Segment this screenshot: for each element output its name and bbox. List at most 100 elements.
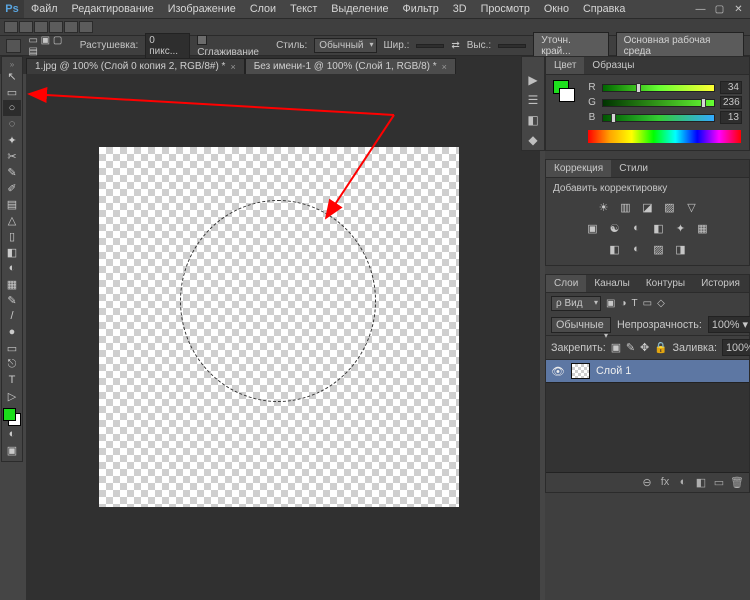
lock-icon[interactable]: 🔒 xyxy=(654,341,667,354)
menu-view[interactable]: Просмотр xyxy=(474,0,537,18)
menu-select[interactable]: Выделение xyxy=(324,0,395,18)
layer-filter-icon[interactable]: ▣ xyxy=(606,298,615,309)
slider-g[interactable]: G236 xyxy=(587,95,742,110)
toolbox-grip-icon[interactable]: » xyxy=(2,60,22,68)
tool-rect-marquee[interactable]: ▭ xyxy=(3,84,21,100)
layer-name[interactable]: Слой 1 xyxy=(596,365,631,377)
layer-filter-icon[interactable]: ◑ xyxy=(620,298,626,309)
menu-edit[interactable]: Редактирование xyxy=(65,0,161,18)
close-icon[interactable]: ✕ xyxy=(730,4,747,15)
adj-icon[interactable]: ✦ xyxy=(674,222,688,235)
new-layer-icon[interactable]: ▭ xyxy=(712,476,726,489)
tab-layers[interactable]: Слои xyxy=(546,275,586,292)
layout-icon[interactable] xyxy=(4,21,18,33)
adj-icon[interactable]: ◐ xyxy=(630,222,644,235)
feather-input[interactable]: 0 пикс... xyxy=(145,33,190,59)
menu-filter[interactable]: Фильтр xyxy=(395,0,445,18)
minimize-icon[interactable]: — xyxy=(692,4,709,15)
adj-icon[interactable]: ▥ xyxy=(619,201,633,214)
fx-icon[interactable]: fx xyxy=(658,476,672,489)
menu-layer[interactable]: Слои xyxy=(243,0,283,18)
close-tab-icon[interactable]: × xyxy=(442,62,447,72)
adj-icon[interactable]: ◧ xyxy=(652,222,666,235)
tool-blur[interactable]: ▦ xyxy=(3,276,21,292)
menu-3d[interactable]: 3D xyxy=(446,0,474,18)
adj-icon[interactable]: ▣ xyxy=(586,222,600,235)
layout-icon[interactable] xyxy=(49,21,63,33)
canvas[interactable] xyxy=(99,147,459,507)
lock-icon[interactable]: ✎ xyxy=(626,341,635,354)
adj-icon[interactable]: ◪ xyxy=(641,201,655,214)
antialias-checkbox[interactable]: Сглаживание xyxy=(197,34,269,58)
tab-adjustments[interactable]: Коррекция xyxy=(546,160,611,177)
tool-gradient[interactable]: ◐ xyxy=(3,260,21,276)
layer-filter-icon[interactable]: ▭ xyxy=(643,298,652,309)
trash-icon[interactable]: 🗑 xyxy=(730,476,744,489)
menu-image[interactable]: Изображение xyxy=(161,0,243,18)
adj-icon[interactable]: ▨ xyxy=(652,243,666,256)
adj-icon[interactable]: ☀ xyxy=(597,201,611,214)
history-icon[interactable]: ☰ xyxy=(522,90,544,110)
tool-move[interactable]: ↖ xyxy=(3,68,21,84)
mask-icon[interactable]: ◐ xyxy=(676,476,690,489)
tool-dodge[interactable]: ✎ xyxy=(3,292,21,308)
layout-icon[interactable] xyxy=(64,21,78,33)
style-select[interactable]: Обычный xyxy=(314,38,376,53)
fill-input[interactable]: 100% ▾ xyxy=(722,339,750,356)
tab-styles[interactable]: Стили xyxy=(611,160,656,177)
foreground-swatch[interactable] xyxy=(3,408,16,421)
adj-icon[interactable]: ☯ xyxy=(608,222,622,235)
width-input[interactable] xyxy=(416,44,444,48)
adj-icon[interactable]: ◧ xyxy=(608,243,622,256)
play-icon[interactable]: ▶ xyxy=(522,70,544,90)
slider-b[interactable]: B13 xyxy=(587,110,742,125)
opacity-input[interactable]: 100% ▾ xyxy=(708,316,750,333)
marquee-mode-icons[interactable]: ▭ ▣ ▢ ▤ xyxy=(28,35,72,57)
tool-stamp[interactable]: △ xyxy=(3,212,21,228)
layout-icon[interactable] xyxy=(34,21,48,33)
close-tab-icon[interactable]: × xyxy=(230,62,235,72)
tab-channels[interactable]: Каналы xyxy=(586,275,638,292)
tool-brush[interactable]: ▤ xyxy=(3,196,21,212)
tool-wand[interactable]: ✦ xyxy=(3,132,21,148)
maximize-icon[interactable]: ▢ xyxy=(711,4,728,15)
tool-path-select[interactable]: ▭ xyxy=(3,340,21,356)
doc-tab-active[interactable]: Без имени-1 @ 100% (Слой 1, RGB/8) * × xyxy=(245,58,456,74)
tool-hand[interactable]: T xyxy=(3,372,21,388)
adjust-layer-icon[interactable]: ◧ xyxy=(694,476,708,489)
tool-pen[interactable]: / xyxy=(3,308,21,324)
tool-eyedropper[interactable]: ✎ xyxy=(3,164,21,180)
adj-icon[interactable]: ▽ xyxy=(685,201,699,214)
layer-thumb[interactable] xyxy=(571,363,590,379)
hue-ramp[interactable] xyxy=(588,130,741,143)
lock-icon[interactable]: ▣ xyxy=(611,341,621,354)
layout-icon[interactable] xyxy=(19,21,33,33)
tab-history[interactable]: История xyxy=(693,275,748,292)
height-input[interactable] xyxy=(498,44,526,48)
tool-eraser[interactable]: ◧ xyxy=(3,244,21,260)
slider-r[interactable]: R34 xyxy=(587,80,742,95)
adj-icon[interactable]: ◐ xyxy=(630,243,644,256)
adj-icon[interactable]: ◨ xyxy=(674,243,688,256)
layer-item[interactable]: 👁 Слой 1 xyxy=(546,360,749,382)
tool-type[interactable]: ● xyxy=(3,324,21,340)
tab-swatches[interactable]: Образцы xyxy=(584,57,642,74)
tab-paths[interactable]: Контуры xyxy=(638,275,693,292)
props-icon[interactable]: ◧ xyxy=(522,110,544,130)
menu-window[interactable]: Окно xyxy=(537,0,576,18)
color-swatches[interactable] xyxy=(3,408,21,426)
doc-tab[interactable]: 1.jpg @ 100% (Слой 0 копия 2, RGB/8#) * … xyxy=(26,58,245,74)
screenmode-icon[interactable]: ▣ xyxy=(3,442,21,458)
tool-zoom[interactable]: ▷ xyxy=(3,388,21,404)
color-chip[interactable] xyxy=(553,80,575,102)
layer-filter-icon[interactable]: T xyxy=(632,298,638,309)
visibility-icon[interactable]: 👁 xyxy=(551,365,565,378)
tool-ellipse-marquee[interactable]: ○ xyxy=(3,100,21,116)
quickmask-icon[interactable]: ◐ xyxy=(3,426,21,442)
tab-color[interactable]: Цвет xyxy=(546,57,584,74)
menu-help[interactable]: Справка xyxy=(576,0,632,18)
tool-heal[interactable]: ✐ xyxy=(3,180,21,196)
lock-icon[interactable]: ✥ xyxy=(640,341,649,354)
menu-file[interactable]: Файл xyxy=(24,0,65,18)
adj-icon[interactable]: ▨ xyxy=(663,201,677,214)
